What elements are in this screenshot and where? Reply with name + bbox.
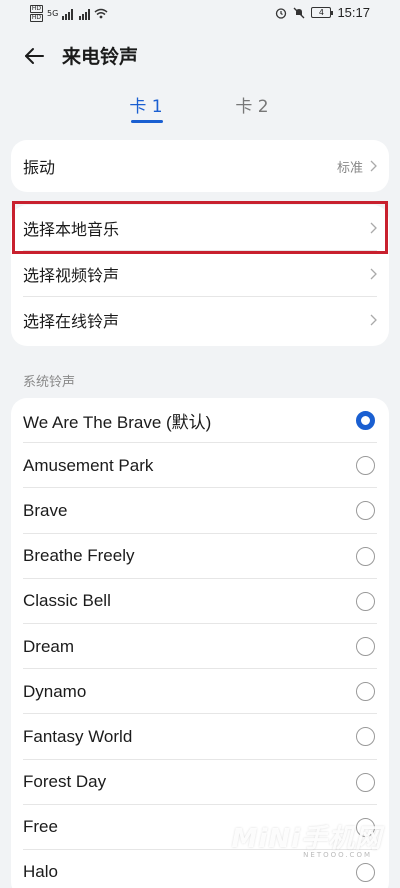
signal-icon-2 bbox=[79, 8, 91, 20]
ringtone-source-card: 选择本地音乐 选择视频铃声 选择在线铃声 bbox=[11, 205, 389, 346]
sim1-hd-badge: HD bbox=[30, 5, 43, 13]
radio-icon[interactable] bbox=[356, 637, 375, 657]
battery-icon: 4 bbox=[311, 7, 334, 18]
status-left: HD HD 5G bbox=[30, 5, 108, 22]
ringtone-item[interactable]: Dynamo bbox=[11, 669, 389, 715]
radio-selected-icon[interactable] bbox=[356, 411, 375, 431]
ringtone-label: Breathe Freely bbox=[23, 546, 135, 566]
ringtone-label: Dynamo bbox=[23, 681, 87, 701]
ringtone-item[interactable]: Amusement Park bbox=[11, 443, 389, 489]
video-ringtone-row[interactable]: 选择视频铃声 bbox=[11, 251, 389, 297]
tab-indicator bbox=[131, 120, 163, 123]
radio-icon[interactable] bbox=[356, 862, 375, 882]
ringtone-list: We Are The Brave (默认) Amusement Park Bra… bbox=[11, 398, 389, 888]
vibration-row[interactable]: 振动 标准 bbox=[11, 140, 389, 192]
ringtone-label: We Are The Brave (默认) bbox=[23, 413, 212, 433]
wifi-icon bbox=[94, 8, 108, 19]
clock: 15:17 bbox=[337, 5, 370, 20]
radio-icon[interactable] bbox=[356, 772, 375, 792]
signal-icon bbox=[62, 8, 74, 20]
online-ringtone-row[interactable]: 选择在线铃声 bbox=[11, 297, 389, 343]
ringtone-label: Fantasy World bbox=[23, 726, 133, 746]
network-type: 5G bbox=[47, 9, 59, 18]
status-right: 4 15:17 bbox=[275, 5, 370, 20]
ringtone-item[interactable]: Brave bbox=[11, 488, 389, 534]
vibration-card: 振动 标准 bbox=[11, 140, 389, 192]
ringtone-label: Halo bbox=[23, 862, 58, 882]
radio-icon[interactable] bbox=[356, 456, 375, 476]
local-music-row[interactable]: 选择本地音乐 bbox=[11, 205, 389, 251]
radio-icon[interactable] bbox=[356, 591, 375, 611]
radio-icon[interactable] bbox=[356, 501, 375, 521]
app-header: 来电铃声 bbox=[0, 36, 400, 76]
ringtone-item[interactable]: Fantasy World bbox=[11, 714, 389, 760]
ringtone-label: Forest Day bbox=[23, 772, 107, 792]
vibration-label: 振动 bbox=[23, 158, 56, 177]
radio-icon[interactable] bbox=[356, 546, 375, 566]
mute-icon bbox=[293, 7, 305, 18]
ringtone-label: Brave bbox=[23, 500, 68, 520]
online-ringtone-label: 选择在线铃声 bbox=[23, 312, 120, 331]
ringtone-item[interactable]: Dream bbox=[11, 624, 389, 670]
ringtone-item[interactable]: Breathe Freely bbox=[11, 534, 389, 579]
watermark-url: NETOOO.COM bbox=[303, 851, 372, 859]
ringtone-item[interactable]: Forest Day bbox=[11, 760, 389, 805]
arrow-left-icon bbox=[25, 48, 44, 64]
watermark-logo: MiNi手机网 bbox=[231, 824, 382, 854]
sim-indicators: HD HD bbox=[30, 5, 43, 22]
alarm-icon bbox=[276, 7, 287, 19]
chevron-right-icon bbox=[370, 268, 377, 280]
ringtone-item[interactable]: We Are The Brave (默认) bbox=[11, 398, 389, 444]
tab-sim2[interactable]: 卡 2 bbox=[212, 92, 292, 117]
back-button[interactable] bbox=[18, 40, 50, 72]
radio-icon[interactable] bbox=[356, 727, 375, 747]
sim2-hd-badge: HD bbox=[30, 14, 43, 22]
radio-icon[interactable] bbox=[356, 682, 375, 702]
ringtone-item[interactable]: Classic Bell bbox=[11, 579, 389, 625]
tab-sim1[interactable]: 卡 1 bbox=[106, 92, 186, 117]
page-title: 来电铃声 bbox=[62, 46, 139, 68]
chevron-right-icon bbox=[370, 160, 377, 172]
chevron-right-icon bbox=[370, 222, 377, 234]
battery-level: 4 bbox=[318, 8, 324, 17]
video-ringtone-label: 选择视频铃声 bbox=[23, 266, 120, 285]
ringtone-label: Dream bbox=[23, 636, 75, 656]
vibration-value: 标准 bbox=[336, 160, 363, 176]
ringtone-label: Amusement Park bbox=[23, 455, 154, 475]
sim-tabs: 卡 1 卡 2 bbox=[0, 92, 400, 128]
ringtone-label: Classic Bell bbox=[23, 591, 111, 611]
chevron-right-icon bbox=[370, 314, 377, 326]
local-music-label: 选择本地音乐 bbox=[23, 220, 120, 239]
status-bar: HD HD 5G 4 15:17 bbox=[0, 0, 400, 28]
section-label-system-ringtones: 系统铃声 bbox=[23, 375, 76, 390]
